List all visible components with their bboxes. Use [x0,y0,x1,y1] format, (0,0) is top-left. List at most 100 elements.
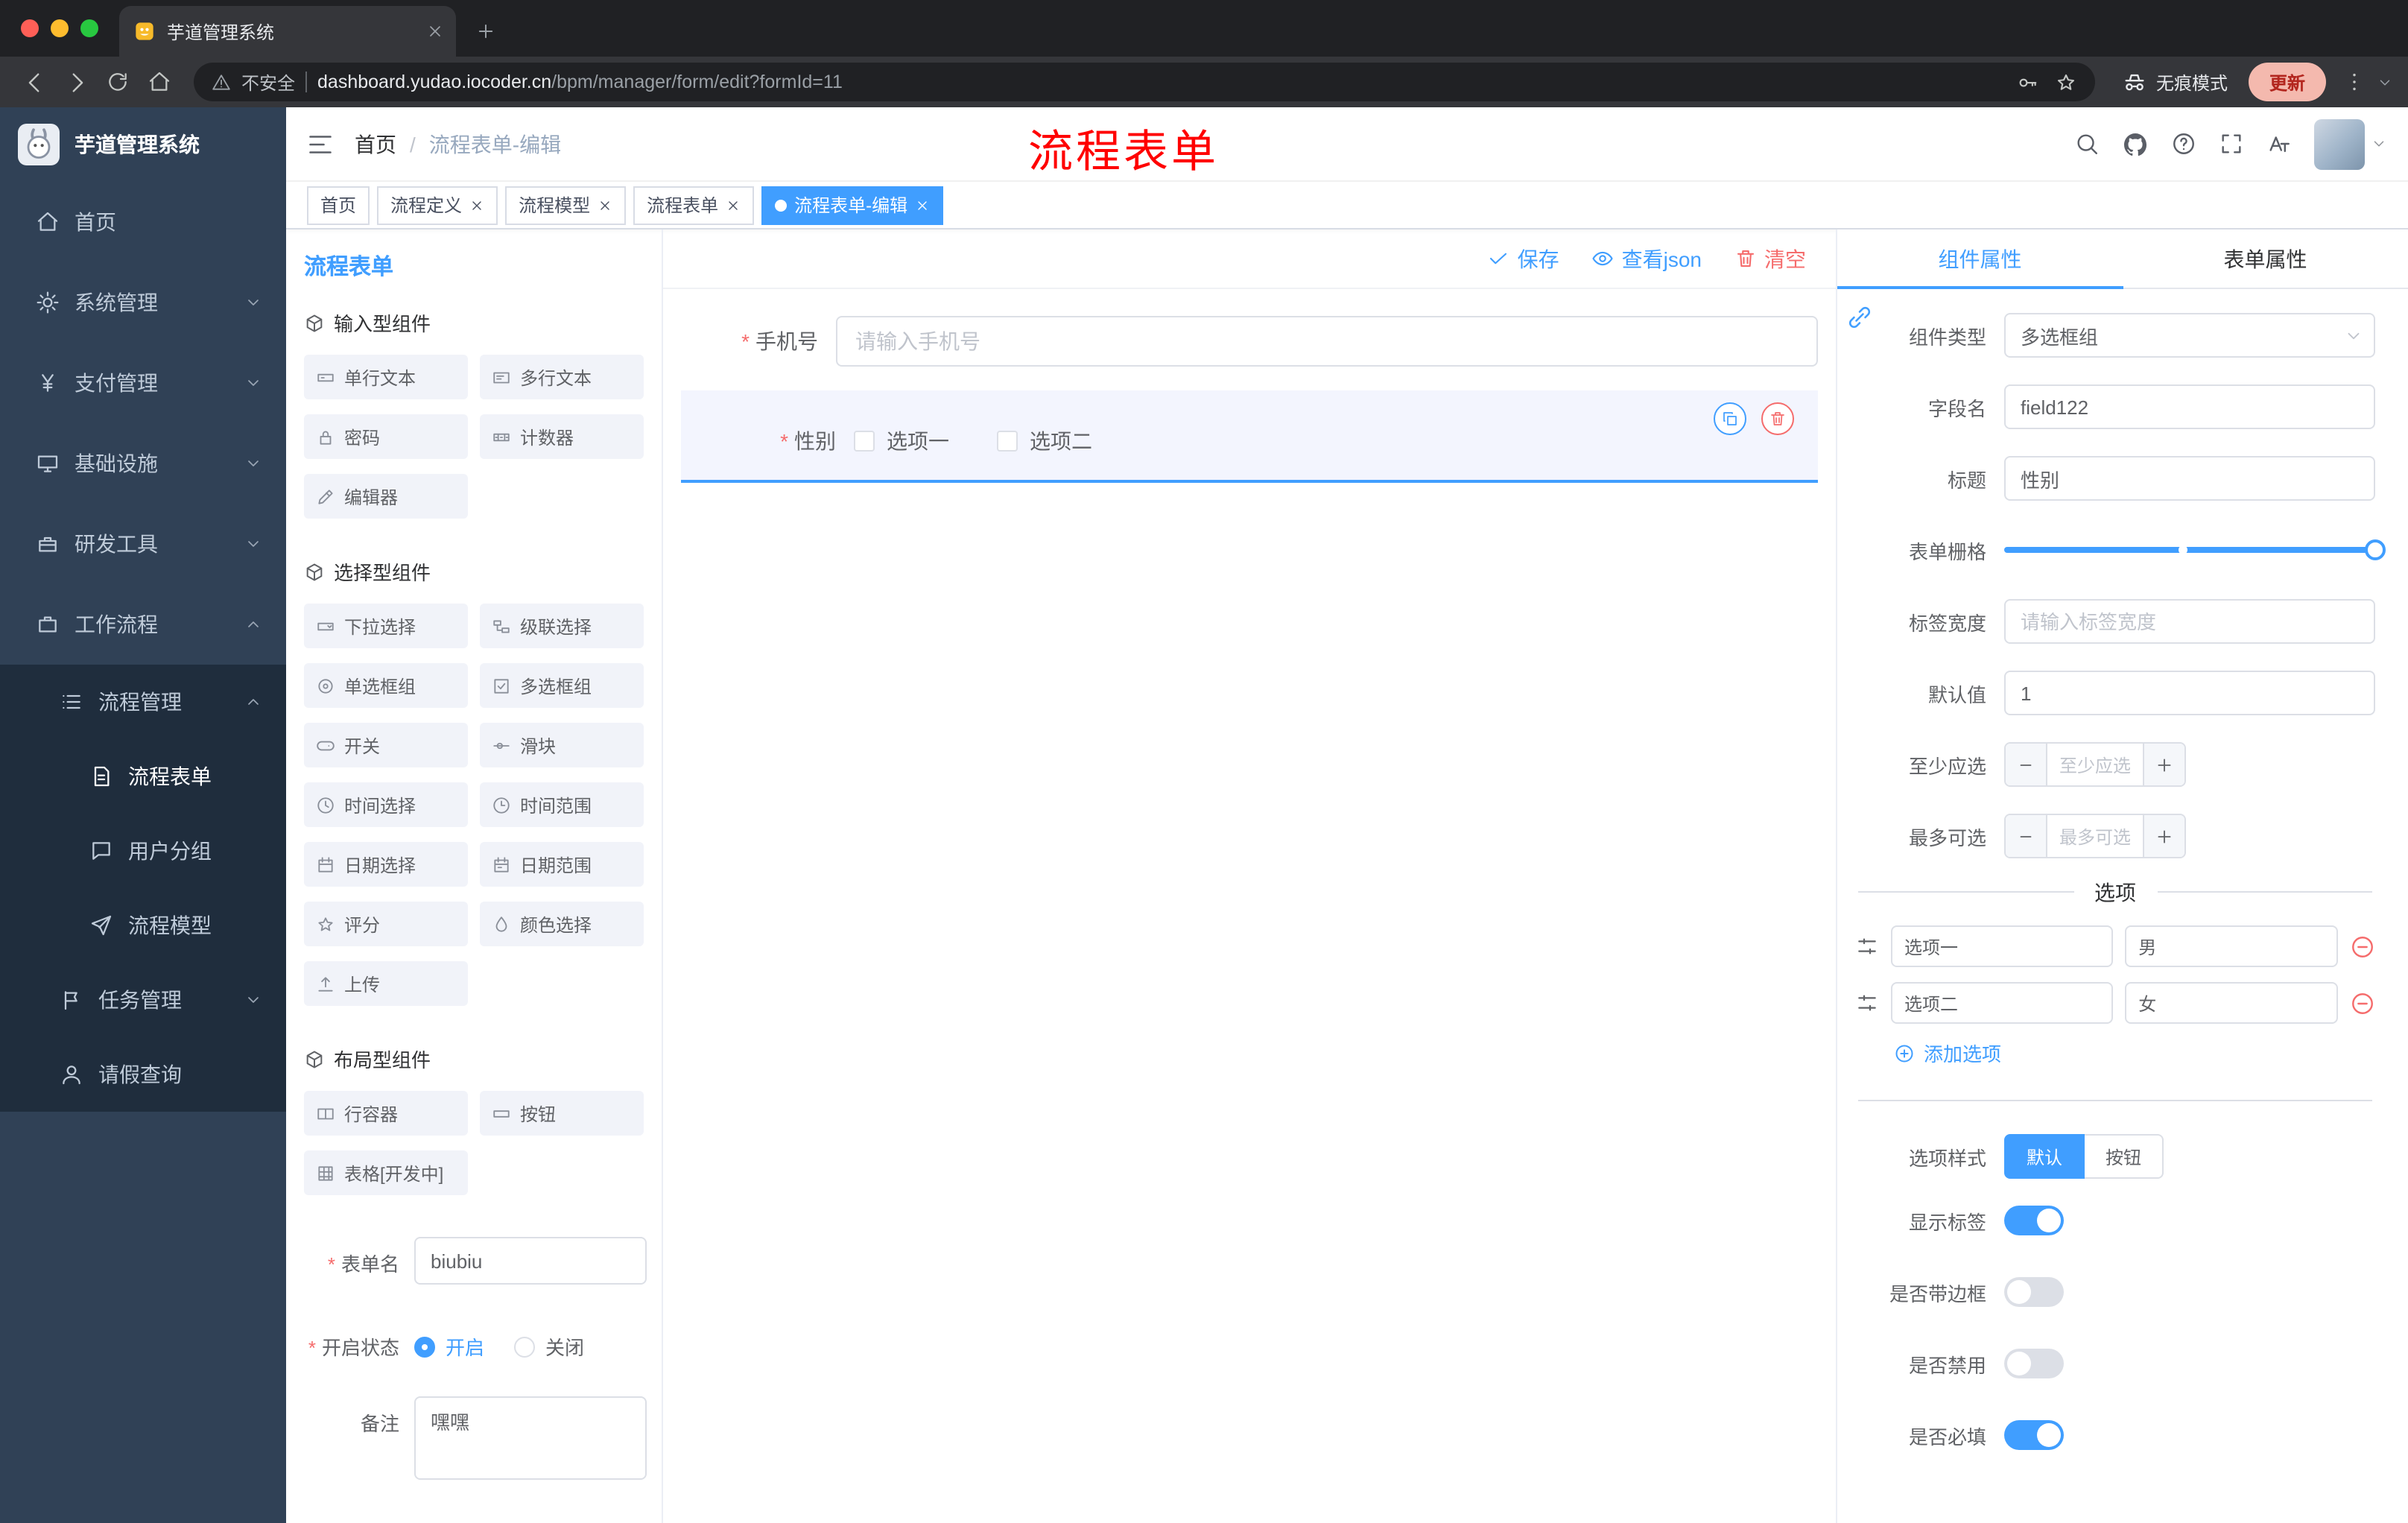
disabled-toggle[interactable] [2004,1349,2064,1378]
tag-process-definition[interactable]: 流程定义 [377,186,498,224]
component-chip-rate[interactable]: 评分 [304,902,468,946]
delete-component-button[interactable] [1761,402,1794,435]
tab-close-icon[interactable] [426,22,444,40]
component-chip-date-range[interactable]: 日期范围 [480,842,644,887]
sidebar-item-leave-query[interactable]: 请假查询 [0,1037,286,1112]
close-tag-icon[interactable] [915,197,930,212]
tag-home[interactable]: 首页 [307,186,370,224]
reload-button[interactable] [98,63,137,101]
form-canvas[interactable]: 手机号 性别 选项一 选项二 [663,289,1836,1523]
form-field-phone[interactable]: 手机号 [681,313,1818,370]
checkbox-icon[interactable] [997,431,1018,452]
drag-handle-icon[interactable] [1855,934,1879,958]
component-chip-time-range[interactable]: 时间范围 [480,782,644,827]
option-name-input[interactable] [1891,982,2114,1024]
back-button[interactable] [15,63,54,101]
default-value-input[interactable] [2004,671,2375,715]
component-type-select[interactable]: 多选框组 [2004,313,2375,358]
min-select-value[interactable]: 至少应选 [2047,744,2143,785]
link-icon[interactable] [1846,304,1873,331]
form-grid-slider[interactable] [2004,528,2386,572]
component-chip-upload[interactable]: 上传 [304,961,468,1006]
label-width-input[interactable] [2004,599,2375,644]
font-size-icon[interactable] [2266,131,2292,156]
sidebar-item-process-model[interactable]: 流程模型 [0,888,286,963]
form-name-input[interactable] [414,1237,647,1285]
min-increase-button[interactable] [2143,744,2184,785]
status-on-radio[interactable]: 开启 [414,1332,484,1361]
tag-process-form-edit[interactable]: 流程表单-编辑 [761,186,944,224]
min-decrease-button[interactable] [2006,744,2047,785]
component-chip-cascader[interactable]: 级联选择 [480,604,644,648]
close-tag-icon[interactable] [598,197,612,212]
breadcrumb-item[interactable]: 首页 [355,129,396,159]
component-chip-counter[interactable]: 计数器 [480,414,644,459]
close-window-button[interactable] [21,19,39,37]
remove-option-icon[interactable] [2350,934,2375,959]
slider-track[interactable] [2004,539,2386,560]
sidebar-item-payment[interactable]: 支付管理 [0,343,286,423]
close-tag-icon[interactable] [469,197,484,212]
security-warning-icon[interactable] [212,72,231,92]
max-decrease-button[interactable] [2006,815,2047,857]
sidebar-item-process-form[interactable]: 流程表单 [0,739,286,814]
sidebar-item-task-manage[interactable]: 任务管理 [0,963,286,1037]
view-json-button[interactable]: 查看json [1592,244,1702,273]
gender-option-1-checkbox[interactable]: 选项一 [854,426,949,456]
docs-question-icon[interactable] [2171,131,2196,156]
save-button[interactable]: 保存 [1488,244,1559,273]
component-chip-checkbox-group[interactable]: 多选框组 [480,663,644,708]
component-chip-radio-group[interactable]: 单选框组 [304,663,468,708]
clear-button[interactable]: 清空 [1734,244,1806,273]
option-name-input[interactable] [1891,925,2114,967]
bookmark-star-icon[interactable] [2055,71,2077,93]
drag-handle-icon[interactable] [1855,991,1879,1015]
component-chip-select[interactable]: 下拉选择 [304,604,468,648]
sidebar-item-workflow[interactable]: 工作流程 [0,584,286,665]
sidebar-item-devtools[interactable]: 研发工具 [0,504,286,584]
close-tag-icon[interactable] [726,197,741,212]
tab-component-props[interactable]: 组件属性 [1837,229,2123,289]
component-chip-date-picker[interactable]: 日期选择 [304,842,468,887]
max-increase-button[interactable] [2143,815,2184,857]
status-off-radio[interactable]: 关闭 [514,1332,584,1361]
sidebar-item-home[interactable]: 首页 [0,182,286,262]
show-label-toggle[interactable] [2004,1206,2064,1235]
component-chip-button[interactable]: 按钮 [480,1091,644,1136]
search-icon[interactable] [2074,131,2100,156]
component-chip-color-picker[interactable]: 颜色选择 [480,902,644,946]
phone-input[interactable] [836,316,1818,367]
max-select-value[interactable]: 最多可选 [2047,815,2143,857]
github-icon[interactable] [2122,130,2149,157]
new-tab-button[interactable] [465,10,507,52]
sidebar-toggle-button[interactable] [307,130,334,157]
component-chip-slider[interactable]: 滑块 [480,723,644,767]
component-chip-editor[interactable]: 编辑器 [304,474,468,519]
user-menu[interactable] [2314,118,2387,169]
app-logo[interactable]: 芋道管理系统 [0,107,286,182]
forward-button[interactable] [57,63,95,101]
style-button-button[interactable]: 按钮 [2085,1134,2164,1179]
sidebar-item-user-group[interactable]: 用户分组 [0,814,286,888]
sidebar-item-process-manage[interactable]: 流程管理 [0,665,286,739]
option-value-input[interactable] [2125,982,2338,1024]
slider-handle[interactable] [2365,539,2386,560]
minimize-window-button[interactable] [51,19,69,37]
sidebar-item-infra[interactable]: 基础设施 [0,423,286,504]
component-chip-table-dev[interactable]: 表格[开发中] [304,1150,468,1195]
with-border-toggle[interactable] [2004,1277,2064,1307]
component-chip-switch[interactable]: 开关 [304,723,468,767]
tab-form-props[interactable]: 表单属性 [2123,229,2408,288]
avatar[interactable] [2314,118,2365,169]
remove-option-icon[interactable] [2350,990,2375,1016]
password-key-icon[interactable] [2016,71,2038,93]
component-chip-multi-line-text[interactable]: 多行文本 [480,355,644,399]
field-name-input[interactable] [2004,384,2375,429]
form-field-gender-selected[interactable]: 性别 选项一 选项二 [681,390,1818,483]
browser-menu-icon[interactable] [2335,63,2374,101]
option-value-input[interactable] [2125,925,2338,967]
add-option-button[interactable]: 添加选项 [1894,1039,2375,1067]
update-button[interactable]: 更新 [2248,63,2326,101]
address-bar[interactable]: 不安全 dashboard.yudao.iocoder.cn/bpm/manag… [194,63,2095,101]
sidebar-item-system[interactable]: 系统管理 [0,262,286,343]
